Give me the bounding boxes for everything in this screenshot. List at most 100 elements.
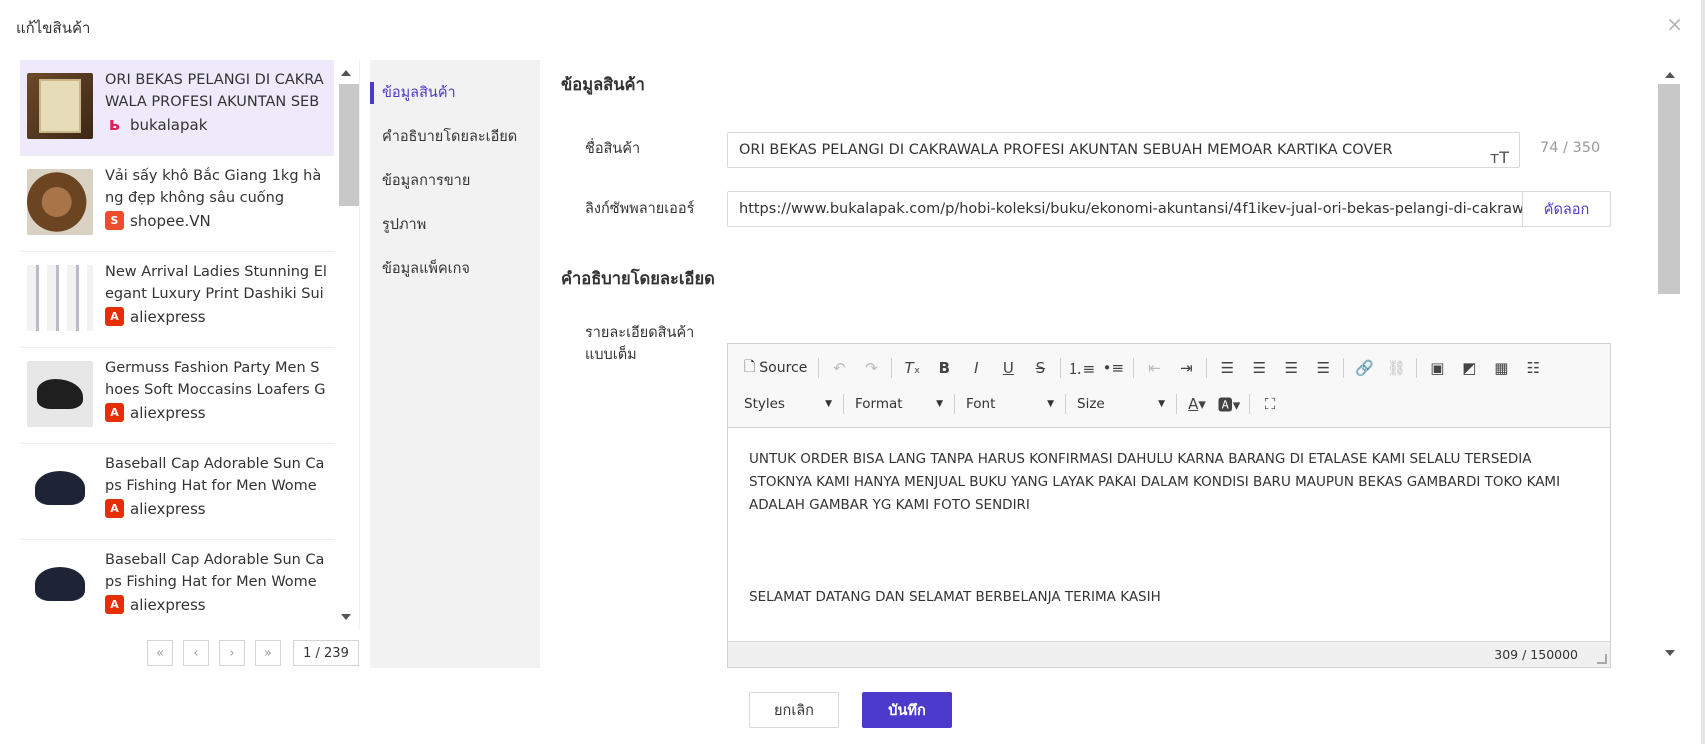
page-count: 1 / 239 — [293, 640, 359, 666]
product-platform: aliexpress — [130, 595, 206, 614]
product-thumbnail — [27, 73, 93, 139]
product-thumbnail — [27, 553, 93, 619]
align-center-icon[interactable]: ☰ — [1244, 355, 1274, 381]
scroll-up-icon[interactable] — [341, 70, 351, 76]
last-page-button[interactable]: » — [255, 640, 281, 666]
redo-icon[interactable]: ↷ — [856, 355, 886, 381]
product-list-item[interactable]: ORI BEKAS PELANGI DI CAKRAWALA PROFESI A… — [20, 60, 334, 156]
undo-icon[interactable]: ↶ — [824, 355, 854, 381]
caret-down-icon: ▼ — [825, 399, 832, 409]
align-left-icon[interactable]: ☰ — [1212, 355, 1242, 381]
bulleted-list-icon[interactable]: •≡ — [1098, 355, 1128, 381]
caret-down-icon: ▼ — [936, 399, 943, 409]
scroll-up-icon[interactable] — [1665, 72, 1675, 78]
section-nav-product-info[interactable]: ข้อมูลสินค้า — [370, 82, 540, 126]
window-edge — [1701, 0, 1705, 744]
pagination: « ‹ › » 1 / 239 — [147, 640, 359, 666]
horizontal-line-icon[interactable]: ☷ — [1518, 355, 1548, 381]
product-title: Germuss Fashion Party Men Shoes Soft Moc… — [105, 360, 326, 398]
editor-content[interactable]: UNTUK ORDER BISA LANG TANPA HARUS KONFIR… — [728, 428, 1610, 640]
product-thumbnail — [27, 169, 93, 235]
aliexpress-icon: A — [105, 403, 124, 422]
shopee-icon: S — [105, 211, 124, 230]
first-page-button[interactable]: « — [147, 640, 173, 666]
next-page-button[interactable]: › — [219, 640, 245, 666]
product-list-item[interactable]: Germuss Fashion Party Men Shoes Soft Moc… — [20, 348, 334, 444]
product-thumbnail — [27, 265, 93, 331]
font-label: Font — [966, 396, 996, 412]
background-color-icon[interactable]: 🅰▾ — [1214, 391, 1244, 417]
description-char-count: 309 / 150000 — [1494, 647, 1578, 662]
table-icon[interactable]: ▦ — [1486, 355, 1516, 381]
scroll-thumb[interactable] — [1658, 84, 1680, 294]
styles-dropdown[interactable]: Styles ▼ — [738, 391, 838, 417]
product-name-input[interactable]: ORI BEKAS PELANGI DI CAKRAWALA PROFESI A… — [727, 132, 1520, 168]
section-nav-images[interactable]: รูปภาพ — [370, 214, 540, 258]
modal-title: แก้ไขสินค้า — [16, 19, 91, 37]
unlink-icon[interactable]: ⛓ — [1381, 355, 1411, 381]
indent-icon[interactable]: ⇥ — [1171, 355, 1201, 381]
product-title: Baseball Cap Adorable Sun Caps Fishing H… — [105, 552, 325, 590]
product-list-item[interactable]: Baseball Cap Adorable Sun Caps Fishing H… — [20, 444, 334, 540]
bold-icon[interactable]: B — [929, 355, 959, 381]
content-scrollbar[interactable] — [1657, 60, 1682, 668]
image-icon[interactable]: ▣ — [1422, 355, 1452, 381]
italic-icon[interactable]: I — [961, 355, 991, 381]
product-list: ORI BEKAS PELANGI DI CAKRAWALA PROFESI A… — [20, 60, 334, 630]
rich-text-editor: 🗋Source ↶ ↷ Tₓ B I U S ⒈≡ •≡ ⇤ ⇥ ☰ ☰ ☰ — [727, 343, 1611, 668]
product-title: New Arrival Ladies Stunning Elegant Luxu… — [105, 264, 327, 302]
font-dropdown[interactable]: Font ▼ — [960, 391, 1060, 417]
section-nav-sales-info[interactable]: ข้อมูลการขาย — [370, 170, 540, 214]
numbered-list-icon[interactable]: ⒈≡ — [1066, 355, 1096, 381]
format-dropdown[interactable]: Format ▼ — [849, 391, 949, 417]
section-heading-description: คำอธิบายโดยละเอียด — [561, 269, 715, 288]
close-icon[interactable]: × — [1666, 14, 1683, 34]
aliexpress-icon: A — [105, 307, 124, 326]
product-list-panel: ORI BEKAS PELANGI DI CAKRAWALA PROFESI A… — [20, 60, 360, 630]
edit-form: ข้อมูลสินค้า ชื่อสินค้า ORI BEKAS PELANG… — [540, 60, 1657, 668]
aliexpress-icon: A — [105, 499, 124, 518]
product-title: ORI BEKAS PELANGI DI CAKRAWALA PROFESI A… — [105, 72, 324, 110]
section-nav-package-info[interactable]: ข้อมูลแพ็คเกจ — [370, 258, 540, 302]
outdent-icon[interactable]: ⇤ — [1139, 355, 1169, 381]
remove-format-icon[interactable]: Tₓ — [897, 355, 927, 381]
copy-link-button[interactable]: คัดลอก — [1522, 191, 1611, 227]
full-description-label: รายละเอียดสินค้าแบบเต็ม — [585, 325, 695, 363]
product-list-item[interactable]: New Arrival Ladies Stunning Elegant Luxu… — [20, 252, 334, 348]
product-platform: shopee.VN — [130, 211, 211, 230]
scroll-down-icon[interactable] — [341, 614, 351, 620]
source-button[interactable]: 🗋 Source — [738, 355, 813, 381]
align-justify-icon[interactable]: ☰ — [1308, 355, 1338, 381]
product-list-item[interactable]: Vải sấy khô Bắc Giang 1kg hàng đẹp không… — [20, 156, 334, 252]
source-label: Source — [759, 360, 808, 376]
maximize-icon[interactable]: ⛶ — [1255, 391, 1285, 417]
strikethrough-icon[interactable]: S — [1025, 355, 1055, 381]
caret-down-icon: ▼ — [1158, 399, 1165, 409]
product-name-count: 74 / 350 — [1540, 140, 1601, 156]
scroll-down-icon[interactable] — [1665, 650, 1675, 656]
text-color-icon[interactable]: A ▾ — [1182, 391, 1212, 417]
product-list-item[interactable]: Baseball Cap Adorable Sun Caps Fishing H… — [20, 540, 334, 630]
section-nav-description[interactable]: คำอธิบายโดยละเอียด — [370, 126, 540, 170]
scroll-thumb[interactable] — [339, 84, 359, 206]
iframe-icon[interactable]: ◩ — [1454, 355, 1484, 381]
cancel-button[interactable]: ยกเลิก — [749, 692, 839, 728]
save-button[interactable]: บันทึก — [862, 692, 952, 728]
product-name-value: ORI BEKAS PELANGI DI CAKRAWALA PROFESI A… — [739, 142, 1393, 158]
underline-icon[interactable]: U — [993, 355, 1023, 381]
size-dropdown[interactable]: Size ▼ — [1071, 391, 1171, 417]
editor-toolbar: 🗋Source ↶ ↷ Tₓ B I U S ⒈≡ •≡ ⇤ ⇥ ☰ ☰ ☰ — [728, 344, 1610, 428]
align-right-icon[interactable]: ☰ — [1276, 355, 1306, 381]
link-icon[interactable]: 🔗 — [1349, 355, 1379, 381]
product-platform: aliexpress — [130, 307, 206, 326]
product-thumbnail — [27, 457, 93, 523]
bukalapak-icon: ь — [108, 114, 121, 135]
resize-handle-icon[interactable] — [1597, 654, 1607, 664]
product-list-scrollbar[interactable] — [333, 60, 359, 630]
description-paragraph: SELAMAT DATANG DAN SELAMAT BERBELANJA TE… — [749, 589, 1161, 605]
text-format-icon[interactable]: ᴛT — [1490, 141, 1509, 167]
prev-page-button[interactable]: ‹ — [183, 640, 209, 666]
product-title: Vải sấy khô Bắc Giang 1kg hàng đẹp không… — [105, 168, 322, 206]
supplier-link-input[interactable]: https://www.bukalapak.com/p/hobi-koleksi… — [727, 191, 1522, 227]
size-label: Size — [1077, 396, 1105, 412]
